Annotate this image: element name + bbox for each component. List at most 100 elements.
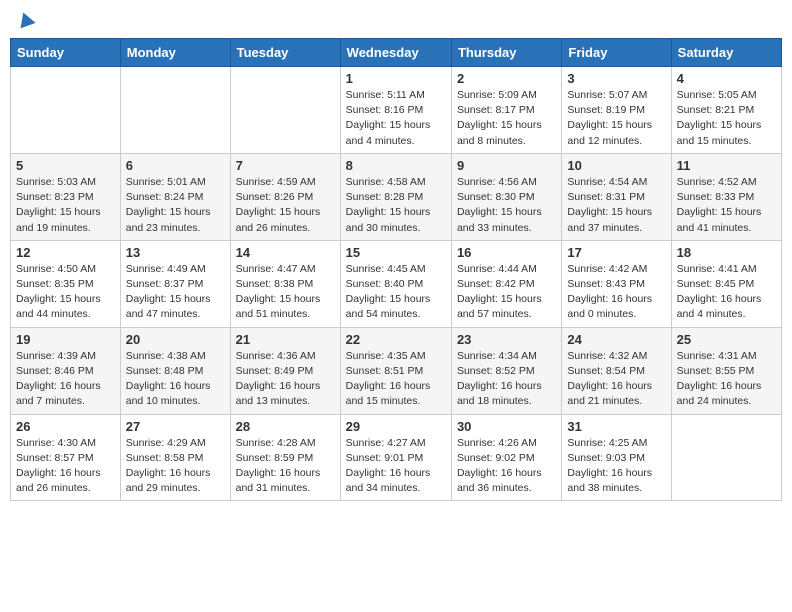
day-number: 5 (16, 158, 115, 173)
day-number: 9 (457, 158, 556, 173)
day-info: Sunrise: 4:34 AMSunset: 8:52 PMDaylight:… (457, 349, 556, 410)
calendar-cell: 24 Sunrise: 4:32 AMSunset: 8:54 PMDayligh… (562, 327, 671, 414)
day-info: Sunrise: 4:58 AMSunset: 8:28 PMDaylight:… (346, 175, 446, 236)
day-number: 1 (346, 71, 446, 86)
day-info: Sunrise: 5:09 AMSunset: 8:17 PMDaylight:… (457, 88, 556, 149)
calendar-cell: 25 Sunrise: 4:31 AMSunset: 8:55 PMDayligh… (671, 327, 781, 414)
day-number: 28 (236, 419, 335, 434)
calendar-cell: 11 Sunrise: 4:52 AMSunset: 8:33 PMDayligh… (671, 153, 781, 240)
day-number: 11 (677, 158, 776, 173)
day-number: 7 (236, 158, 335, 173)
day-number: 24 (567, 332, 665, 347)
calendar-cell: 22 Sunrise: 4:35 AMSunset: 8:51 PMDayligh… (340, 327, 451, 414)
day-info: Sunrise: 4:56 AMSunset: 8:30 PMDaylight:… (457, 175, 556, 236)
calendar-week-1: 1 Sunrise: 5:11 AMSunset: 8:16 PMDaylight… (11, 67, 782, 154)
day-info: Sunrise: 4:42 AMSunset: 8:43 PMDaylight:… (567, 262, 665, 323)
day-info: Sunrise: 4:32 AMSunset: 8:54 PMDaylight:… (567, 349, 665, 410)
calendar-cell: 4 Sunrise: 5:05 AMSunset: 8:21 PMDaylight… (671, 67, 781, 154)
calendar-week-2: 5 Sunrise: 5:03 AMSunset: 8:23 PMDaylight… (11, 153, 782, 240)
day-info: Sunrise: 4:39 AMSunset: 8:46 PMDaylight:… (16, 349, 115, 410)
calendar-header-tuesday: Tuesday (230, 39, 340, 67)
day-info: Sunrise: 4:35 AMSunset: 8:51 PMDaylight:… (346, 349, 446, 410)
day-number: 18 (677, 245, 776, 260)
calendar-cell: 28 Sunrise: 4:28 AMSunset: 8:59 PMDayligh… (230, 414, 340, 501)
day-info: Sunrise: 4:59 AMSunset: 8:26 PMDaylight:… (236, 175, 335, 236)
day-info: Sunrise: 4:38 AMSunset: 8:48 PMDaylight:… (126, 349, 225, 410)
day-number: 2 (457, 71, 556, 86)
day-number: 6 (126, 158, 225, 173)
calendar-cell: 15 Sunrise: 4:45 AMSunset: 8:40 PMDayligh… (340, 240, 451, 327)
day-info: Sunrise: 4:26 AMSunset: 9:02 PMDaylight:… (457, 436, 556, 497)
day-number: 31 (567, 419, 665, 434)
day-info: Sunrise: 4:30 AMSunset: 8:57 PMDaylight:… (16, 436, 115, 497)
day-number: 10 (567, 158, 665, 173)
calendar-cell: 13 Sunrise: 4:49 AMSunset: 8:37 PMDayligh… (120, 240, 230, 327)
calendar-header-sunday: Sunday (11, 39, 121, 67)
day-info: Sunrise: 4:44 AMSunset: 8:42 PMDaylight:… (457, 262, 556, 323)
day-number: 26 (16, 419, 115, 434)
calendar-cell: 30 Sunrise: 4:26 AMSunset: 9:02 PMDayligh… (451, 414, 561, 501)
calendar-week-4: 19 Sunrise: 4:39 AMSunset: 8:46 PMDayligh… (11, 327, 782, 414)
calendar-cell: 8 Sunrise: 4:58 AMSunset: 8:28 PMDaylight… (340, 153, 451, 240)
calendar-cell (671, 414, 781, 501)
day-number: 30 (457, 419, 556, 434)
calendar-week-5: 26 Sunrise: 4:30 AMSunset: 8:57 PMDayligh… (11, 414, 782, 501)
day-info: Sunrise: 4:29 AMSunset: 8:58 PMDaylight:… (126, 436, 225, 497)
calendar-header-monday: Monday (120, 39, 230, 67)
day-info: Sunrise: 4:50 AMSunset: 8:35 PMDaylight:… (16, 262, 115, 323)
day-number: 14 (236, 245, 335, 260)
day-info: Sunrise: 5:07 AMSunset: 8:19 PMDaylight:… (567, 88, 665, 149)
day-number: 4 (677, 71, 776, 86)
day-number: 23 (457, 332, 556, 347)
calendar-cell: 1 Sunrise: 5:11 AMSunset: 8:16 PMDaylight… (340, 67, 451, 154)
day-number: 29 (346, 419, 446, 434)
day-number: 3 (567, 71, 665, 86)
day-info: Sunrise: 4:28 AMSunset: 8:59 PMDaylight:… (236, 436, 335, 497)
calendar-cell: 5 Sunrise: 5:03 AMSunset: 8:23 PMDaylight… (11, 153, 121, 240)
calendar-week-3: 12 Sunrise: 4:50 AMSunset: 8:35 PMDayligh… (11, 240, 782, 327)
calendar-header-wednesday: Wednesday (340, 39, 451, 67)
day-number: 20 (126, 332, 225, 347)
day-info: Sunrise: 5:05 AMSunset: 8:21 PMDaylight:… (677, 88, 776, 149)
calendar-cell: 10 Sunrise: 4:54 AMSunset: 8:31 PMDayligh… (562, 153, 671, 240)
calendar-cell: 23 Sunrise: 4:34 AMSunset: 8:52 PMDayligh… (451, 327, 561, 414)
calendar-cell: 16 Sunrise: 4:44 AMSunset: 8:42 PMDayligh… (451, 240, 561, 327)
calendar-cell: 26 Sunrise: 4:30 AMSunset: 8:57 PMDayligh… (11, 414, 121, 501)
calendar-header-friday: Friday (562, 39, 671, 67)
calendar-cell: 3 Sunrise: 5:07 AMSunset: 8:19 PMDaylight… (562, 67, 671, 154)
day-number: 16 (457, 245, 556, 260)
calendar-cell: 7 Sunrise: 4:59 AMSunset: 8:26 PMDaylight… (230, 153, 340, 240)
calendar-cell (11, 67, 121, 154)
day-number: 13 (126, 245, 225, 260)
calendar-cell: 12 Sunrise: 4:50 AMSunset: 8:35 PMDayligh… (11, 240, 121, 327)
calendar-cell (230, 67, 340, 154)
day-info: Sunrise: 4:36 AMSunset: 8:49 PMDaylight:… (236, 349, 335, 410)
calendar-cell: 2 Sunrise: 5:09 AMSunset: 8:17 PMDaylight… (451, 67, 561, 154)
calendar-cell: 19 Sunrise: 4:39 AMSunset: 8:46 PMDayligh… (11, 327, 121, 414)
day-number: 15 (346, 245, 446, 260)
calendar-cell: 18 Sunrise: 4:41 AMSunset: 8:45 PMDayligh… (671, 240, 781, 327)
logo (14, 10, 36, 30)
calendar-cell: 17Sunrise: 4:42 AMSunset: 8:43 PMDayligh… (562, 240, 671, 327)
day-info: Sunrise: 4:49 AMSunset: 8:37 PMDaylight:… (126, 262, 225, 323)
day-info: Sunrise: 5:03 AMSunset: 8:23 PMDaylight:… (16, 175, 115, 236)
day-number: 22 (346, 332, 446, 347)
day-info: Sunrise: 4:27 AMSunset: 9:01 PMDaylight:… (346, 436, 446, 497)
day-number: 25 (677, 332, 776, 347)
day-number: 8 (346, 158, 446, 173)
calendar-cell: 21Sunrise: 4:36 AMSunset: 8:49 PMDayligh… (230, 327, 340, 414)
day-number: 27 (126, 419, 225, 434)
day-info: Sunrise: 4:31 AMSunset: 8:55 PMDaylight:… (677, 349, 776, 410)
day-number: 19 (16, 332, 115, 347)
day-info: Sunrise: 4:54 AMSunset: 8:31 PMDaylight:… (567, 175, 665, 236)
day-info: Sunrise: 4:25 AMSunset: 9:03 PMDaylight:… (567, 436, 665, 497)
calendar-table: SundayMondayTuesdayWednesdayThursdayFrid… (10, 38, 782, 501)
day-info: Sunrise: 5:11 AMSunset: 8:16 PMDaylight:… (346, 88, 446, 149)
day-number: 12 (16, 245, 115, 260)
day-info: Sunrise: 4:47 AMSunset: 8:38 PMDaylight:… (236, 262, 335, 323)
day-info: Sunrise: 4:52 AMSunset: 8:33 PMDaylight:… (677, 175, 776, 236)
day-info: Sunrise: 4:45 AMSunset: 8:40 PMDaylight:… (346, 262, 446, 323)
day-info: Sunrise: 4:41 AMSunset: 8:45 PMDaylight:… (677, 262, 776, 323)
day-info: Sunrise: 5:01 AMSunset: 8:24 PMDaylight:… (126, 175, 225, 236)
calendar-cell: 14 Sunrise: 4:47 AMSunset: 8:38 PMDayligh… (230, 240, 340, 327)
